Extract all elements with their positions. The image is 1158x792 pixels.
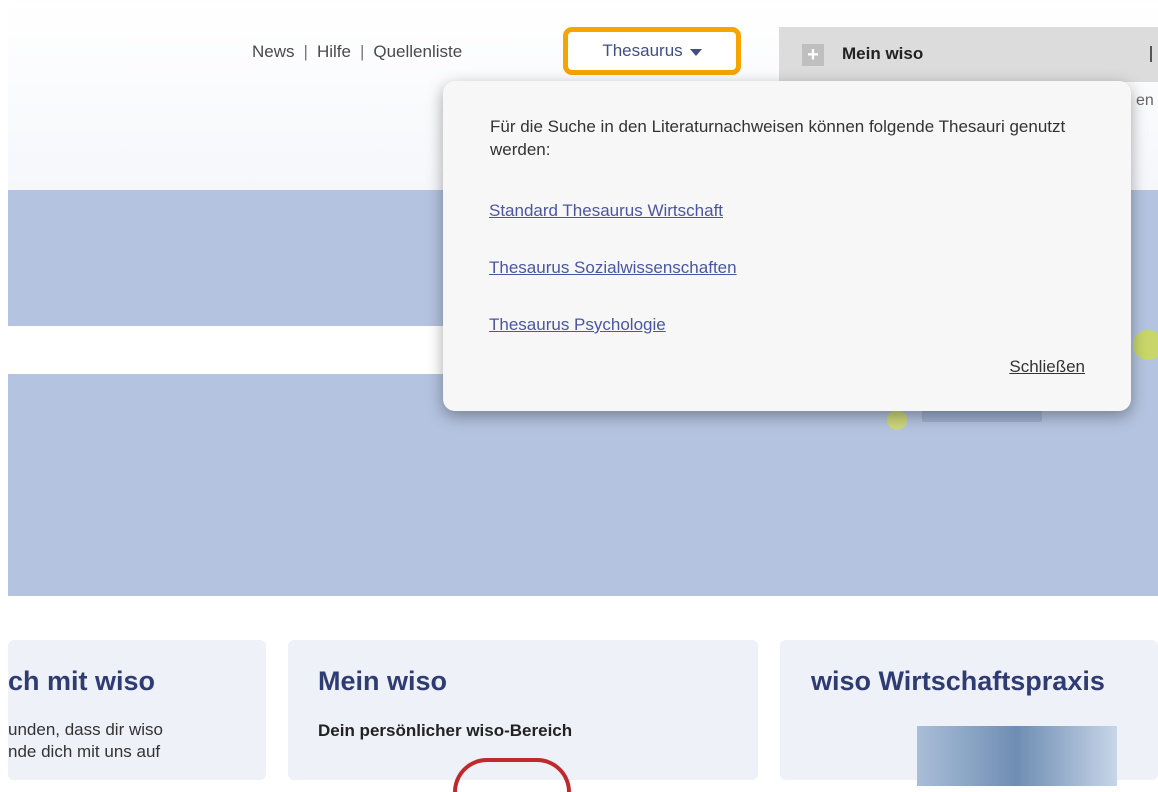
obscured-text: en bbox=[1136, 92, 1154, 109]
close-link[interactable]: Schließen bbox=[1009, 357, 1085, 377]
nav-separator: | bbox=[359, 42, 365, 61]
nav-news[interactable]: News bbox=[252, 42, 295, 61]
page-left-edge bbox=[0, 0, 8, 776]
mein-wiso-tab[interactable] bbox=[779, 27, 1158, 82]
plus-icon[interactable]: + bbox=[802, 44, 824, 66]
card-title[interactable]: Mein wiso bbox=[318, 666, 447, 697]
card-body: unden, dass dir wiso nde dich mit uns au… bbox=[8, 719, 163, 763]
caret-down-icon bbox=[689, 48, 702, 56]
thesaurus-option-wirtschaft[interactable]: Standard Thesaurus Wirtschaft bbox=[489, 201, 723, 221]
thesaurus-option-psychologie[interactable]: Thesaurus Psychologie bbox=[489, 315, 666, 335]
card-connect: ch mit wiso unden, dass dir wiso nde dic… bbox=[8, 640, 266, 780]
card-body-line: unden, dass dir wiso bbox=[8, 720, 163, 739]
search-go-icon[interactable] bbox=[1133, 330, 1158, 360]
thesaurus-intro-text: Für die Suche in den Literaturnachweisen… bbox=[490, 117, 1066, 159]
card-body-line: nde dich mit uns auf bbox=[8, 742, 161, 761]
tab-divider bbox=[1150, 46, 1152, 62]
mascot-illustration bbox=[453, 758, 571, 792]
thesaurus-option-sozialwissenschaften[interactable]: Thesaurus Sozialwissenschaften bbox=[489, 258, 737, 278]
nav-quellenliste[interactable]: Quellenliste bbox=[373, 42, 462, 61]
nav-hilfe[interactable]: Hilfe bbox=[317, 42, 351, 61]
nav-separator: | bbox=[303, 42, 308, 61]
thesaurus-dropdown-panel: Für die Suche in den Literaturnachweisen… bbox=[443, 81, 1131, 411]
city-skyline-image bbox=[917, 726, 1117, 786]
card-title: ch mit wiso bbox=[8, 666, 156, 696]
mein-wiso-label[interactable]: Mein wiso bbox=[842, 44, 923, 64]
card-subtitle: Dein persönlicher wiso-Bereich bbox=[318, 721, 573, 740]
hero-bullet-icon bbox=[887, 410, 907, 430]
card-mein-wiso: Mein wiso Dein persönlicher wiso-Bereich bbox=[288, 640, 758, 792]
thesaurus-dropdown-button[interactable]: Thesaurus bbox=[563, 27, 741, 75]
card-title[interactable]: wiso Wirtschaftspraxis bbox=[811, 666, 1105, 697]
top-navigation: News | Hilfe | Quellenliste bbox=[252, 42, 462, 62]
card-wirtschaftspraxis: wiso Wirtschaftspraxis bbox=[780, 640, 1158, 786]
thesaurus-label: Thesaurus bbox=[602, 41, 683, 60]
